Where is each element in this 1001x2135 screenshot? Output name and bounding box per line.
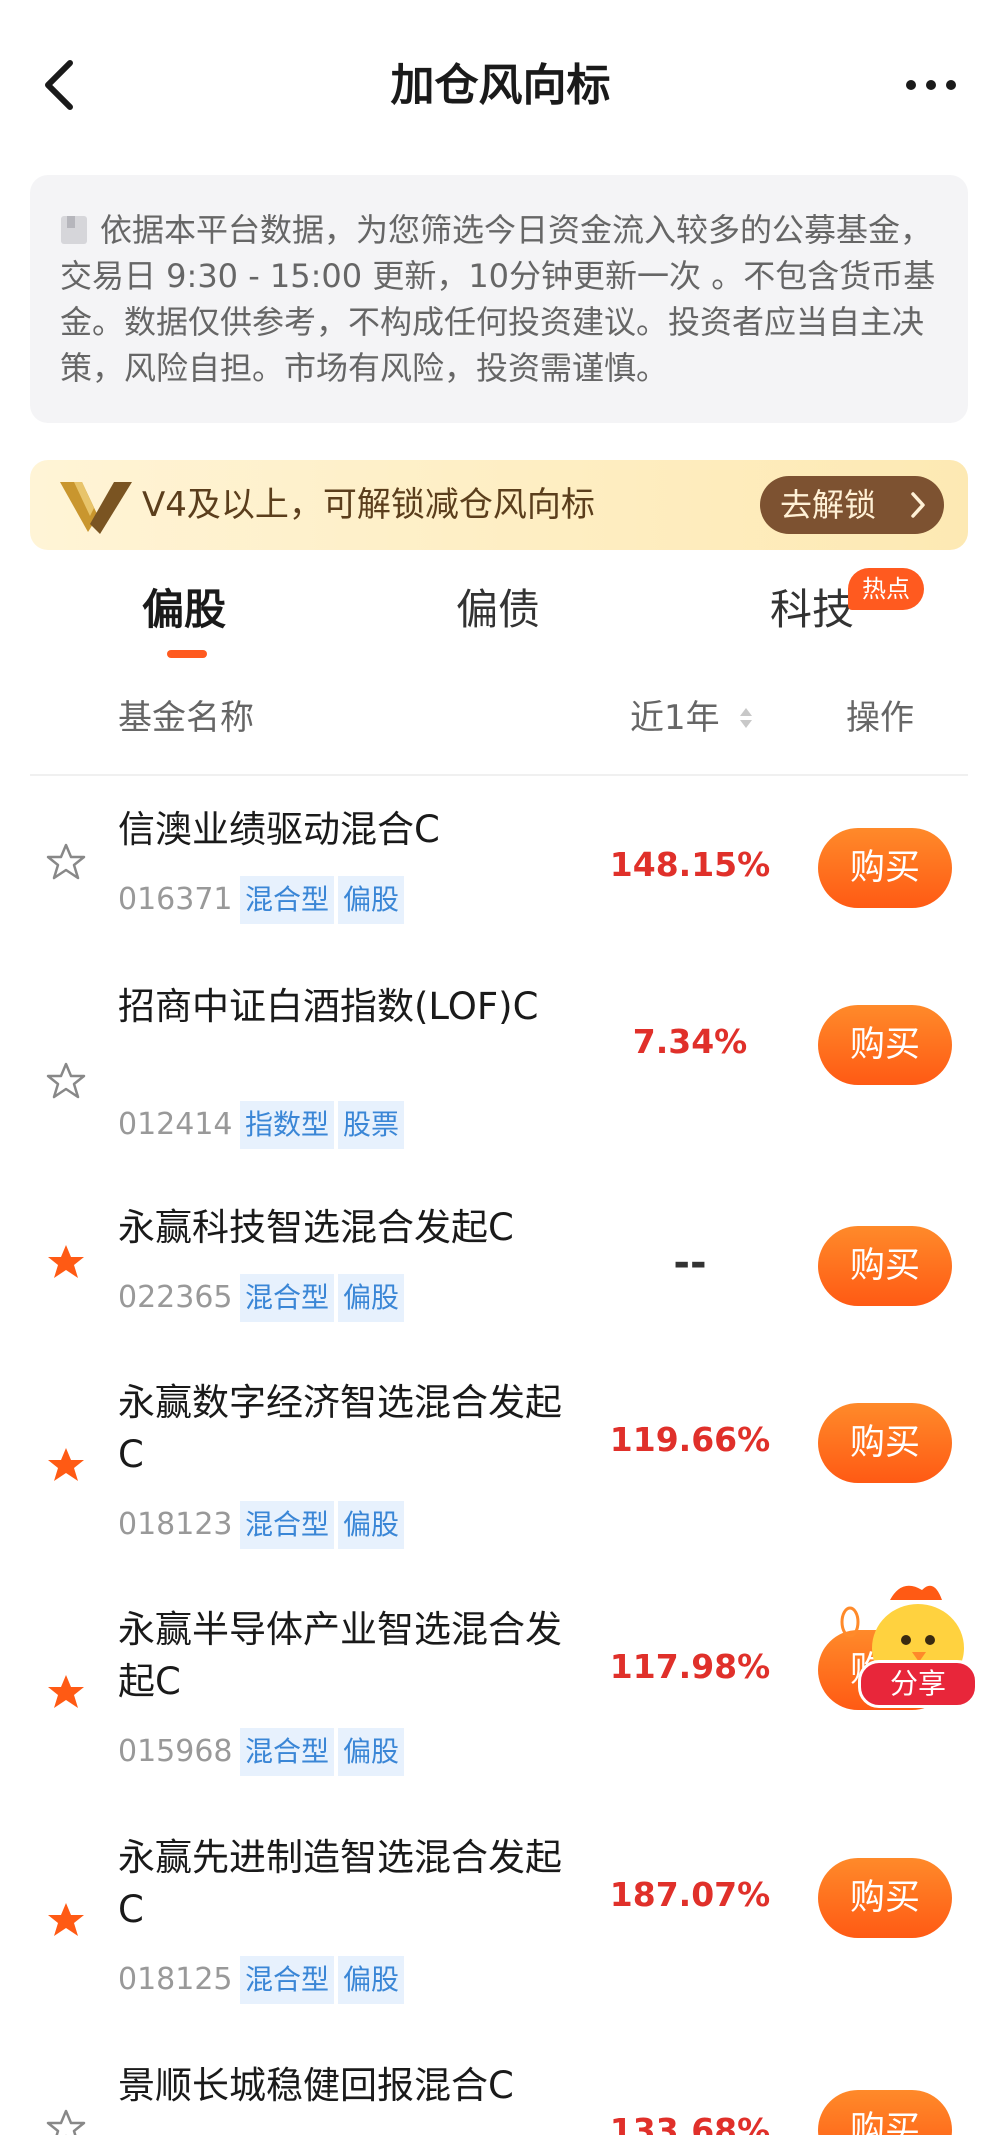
chevron-right-icon (911, 492, 925, 518)
top-bar: 加仓风向标 (0, 0, 1001, 170)
star-filled-icon[interactable] (46, 1672, 86, 1712)
unlock-button[interactable]: 去解锁 (760, 476, 944, 534)
one-year-return: 119.66% (609, 1420, 771, 1459)
notice-text: 依据本平台数据，为您筛选今日资金流入较多的公募基金，交易日 9:30 - 15:… (60, 211, 936, 387)
fund-style-tag: 偏股 (338, 1728, 405, 1776)
unlock-button-label: 去解锁 (780, 486, 877, 524)
star-outline-icon[interactable] (46, 1061, 86, 1101)
fund-code: 022365 (118, 1280, 233, 1315)
fund-row[interactable]: 永赢科技智选混合发起C 022365 混合型 偏股 -- 购买 (0, 1200, 1001, 1355)
fund-tags: 混合型 偏股 (240, 1728, 405, 1776)
column-header-action: 操作 (846, 698, 914, 738)
buy-button[interactable]: 购买 (818, 1005, 952, 1085)
active-tab-indicator (167, 650, 207, 658)
fund-name[interactable]: 永赢半导体产业智选混合发起C (118, 1604, 578, 1708)
tab-bond[interactable]: 偏债 (456, 575, 540, 645)
star-outline-icon[interactable] (46, 2108, 86, 2135)
hot-badge: 热点 (848, 568, 924, 610)
fund-name[interactable]: 永赢数字经济智选混合发起C (118, 1377, 578, 1481)
tab-tech[interactable]: 科技 (770, 575, 854, 645)
vip-unlock-banner[interactable]: V4及以上，可解锁减仓风向标 去解锁 (30, 460, 968, 550)
fund-code: 015968 (118, 1734, 233, 1769)
star-filled-icon[interactable] (46, 1445, 86, 1485)
fund-tags: 混合型 偏股 (240, 1956, 405, 2004)
fund-style-tag: 偏股 (338, 1501, 405, 1549)
fund-style-tag: 偏股 (338, 876, 405, 924)
fund-name[interactable]: 永赢科技智选混合发起C (118, 1202, 578, 1254)
column-header-name: 基金名称 (118, 698, 254, 738)
star-outline-icon[interactable] (46, 842, 86, 882)
buy-button[interactable]: 购买 (818, 828, 952, 908)
column-header-1y[interactable]: 近1年 (630, 690, 720, 746)
fund-tags: 指数型 股票 (240, 1101, 405, 1149)
page-title: 加仓风向标 (390, 60, 611, 111)
fund-row[interactable]: 永赢数字经济智选混合发起C 018123 混合型 偏股 119.66% 购买 (0, 1375, 1001, 1575)
buy-button[interactable]: 购买 (818, 1226, 952, 1306)
tab-equity[interactable]: 偏股 (142, 575, 226, 645)
share-button[interactable]: 分享 (858, 1660, 978, 1708)
v-logo-icon (60, 476, 132, 534)
fund-name[interactable]: 招商中证白酒指数(LOF)C (118, 981, 578, 1033)
buy-button[interactable]: 购买 (818, 1403, 952, 1483)
vip-banner-text: V4及以上，可解锁减仓风向标 (142, 485, 595, 525)
fund-code: 012414 (118, 1107, 233, 1142)
fund-name[interactable]: 信澳业绩驱动混合C (118, 804, 578, 856)
one-year-return: 148.15% (609, 845, 771, 884)
fund-style-tag: 偏股 (338, 1956, 405, 2004)
fund-name[interactable]: 永赢先进制造智选混合发起C (118, 1832, 578, 1936)
disclaimer-notice: 依据本平台数据，为您筛选今日资金流入较多的公募基金，交易日 9:30 - 15:… (30, 175, 968, 423)
more-icon[interactable] (901, 60, 961, 110)
fund-type-tag: 混合型 (240, 1274, 335, 1322)
fund-row[interactable]: 景顺长城稳健回报混合C 133.68% 购买 (0, 2058, 1001, 2135)
fund-type-tag: 混合型 (240, 876, 335, 924)
fund-code: 018125 (118, 1962, 233, 1997)
fund-type-tag: 混合型 (240, 1956, 335, 2004)
fund-row[interactable]: 招商中证白酒指数(LOF)C 012414 指数型 股票 7.34% 购买 (0, 975, 1001, 1185)
fund-tags: 混合型 偏股 (240, 1274, 405, 1322)
fund-code: 016371 (118, 882, 233, 917)
one-year-return: 187.07% (609, 1875, 771, 1914)
buy-button[interactable]: 购买 (818, 2090, 952, 2135)
divider (30, 774, 968, 776)
one-year-return: 7.34% (632, 1022, 748, 1061)
sort-icon[interactable] (738, 704, 754, 732)
fund-code: 018123 (118, 1507, 233, 1542)
one-year-return: -- (673, 1240, 707, 1286)
star-filled-icon[interactable] (46, 1242, 86, 1282)
list-header: 基金名称 近1年 操作 (0, 690, 1001, 770)
star-filled-icon[interactable] (46, 1900, 86, 1940)
one-year-return: 117.98% (609, 1647, 771, 1686)
fund-type-tag: 指数型 (240, 1101, 335, 1149)
fund-style-tag: 股票 (338, 1101, 405, 1149)
fund-type-tag: 混合型 (240, 1501, 335, 1549)
fund-row[interactable]: 信澳业绩驱动混合C 016371 混合型 偏股 148.15% 购买 (0, 790, 1001, 960)
buy-button[interactable]: 购买 (818, 1858, 952, 1938)
fund-type-tag: 混合型 (240, 1728, 335, 1776)
fund-tags: 混合型 偏股 (240, 1501, 405, 1549)
fund-row[interactable]: 永赢先进制造智选混合发起C 018125 混合型 偏股 187.07% 购买 (0, 1830, 1001, 2030)
fund-name[interactable]: 景顺长城稳健回报混合C (118, 2060, 578, 2112)
fund-tags: 混合型 偏股 (240, 876, 405, 924)
fund-style-tag: 偏股 (338, 1274, 405, 1322)
one-year-return: 133.68% (609, 2111, 771, 2135)
